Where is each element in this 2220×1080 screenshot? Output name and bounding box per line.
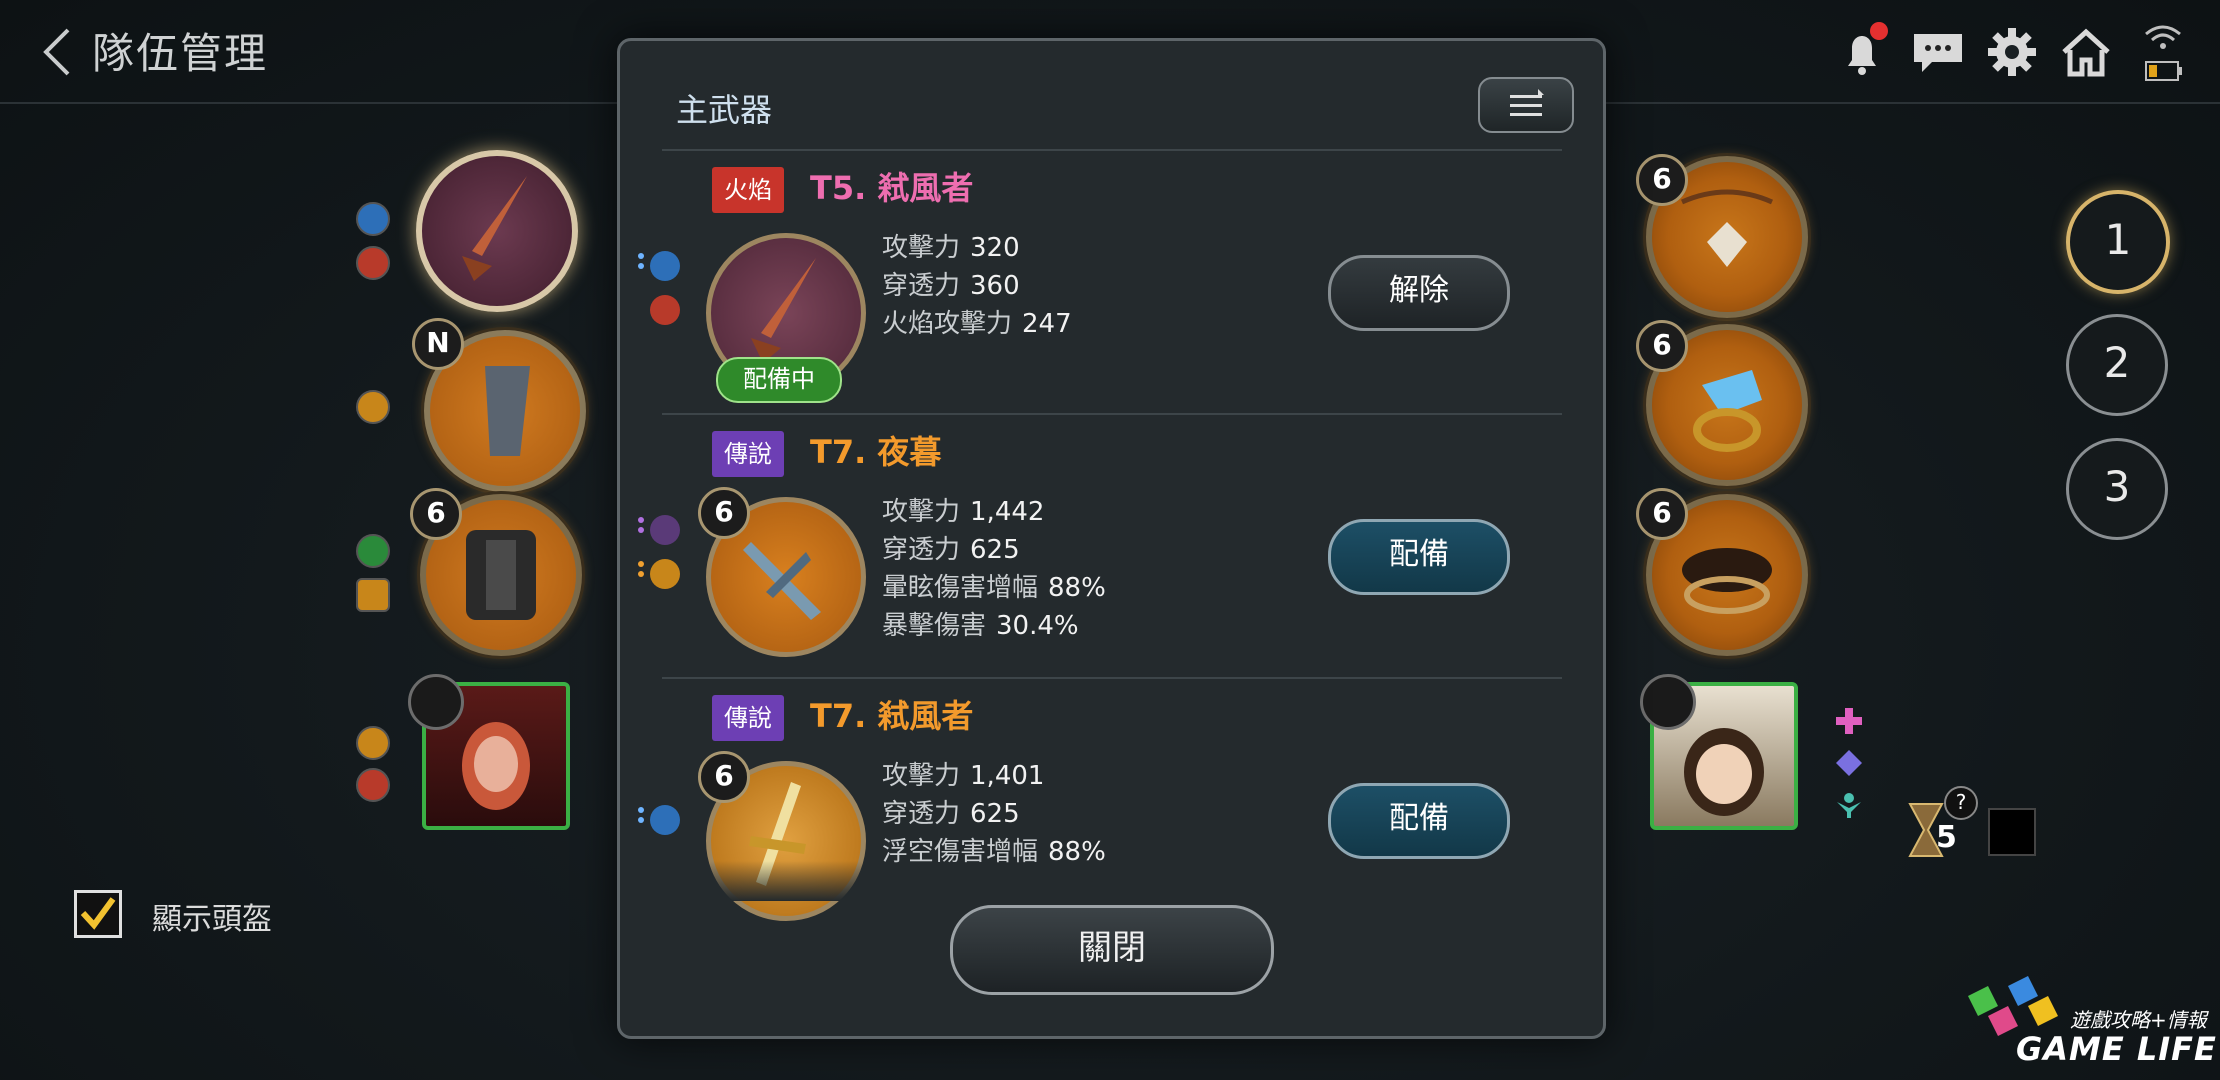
element-dots [638, 561, 644, 581]
team-page-3-button[interactable]: 3 [2066, 438, 2168, 540]
stat-row: 穿透力 360 [882, 271, 1020, 301]
modal-title: 主武器 [676, 91, 773, 129]
battery-icon [2145, 61, 2182, 81]
chat-button[interactable] [1910, 24, 1966, 80]
help-icon[interactable]: ? [1944, 786, 1978, 820]
gear-level-badge: 6 [1636, 320, 1688, 372]
team-page-2-button[interactable]: 2 [2066, 314, 2168, 416]
weapon-item[interactable]: 傳說 T7. 夜暮 6 攻擊力 1,442 穿透力 625 暈眩傷害增幅 88% 暴擊… [620, 425, 1603, 685]
star-element-icon [650, 559, 680, 589]
water-element-icon [356, 534, 390, 568]
hexagon-badge-icon [408, 674, 464, 730]
stat-row: 穿透力 625 [882, 799, 1020, 829]
list-fade [620, 861, 1603, 901]
item-name: T7. 夜暮 [810, 433, 942, 471]
item-stats: 攻擊力 1,442 穿透力 625 暈眩傷害增幅 88% 暴擊傷害 30.4% [882, 493, 1106, 645]
gear-level-badge: 6 [410, 488, 462, 540]
gear-level-badge: 6 [1636, 488, 1688, 540]
fire-element-icon [356, 768, 390, 802]
hexagon-badge-icon [1640, 674, 1696, 730]
gear-icon [1988, 28, 2036, 76]
settings-button[interactable] [1984, 24, 2040, 80]
team-page-1-button[interactable]: 1 [2066, 190, 2170, 294]
home-button[interactable] [2058, 24, 2114, 80]
item-tag: 傳說 [712, 695, 784, 741]
empty-slot-box[interactable] [1988, 808, 2036, 856]
equip-button[interactable]: 配備 [1328, 519, 1510, 595]
unequip-button[interactable]: 解除 [1328, 255, 1510, 331]
notifications-button[interactable] [1834, 22, 1890, 80]
item-tag: 傳說 [712, 431, 784, 477]
main-weapon-slot[interactable] [416, 150, 578, 312]
plus-icon [1836, 708, 1862, 734]
gear-level-badge: 6 [698, 487, 750, 539]
weapon-item[interactable]: 火焰 T5. 弒風者 配備中 攻擊力 320 穿透力 360 火焰攻擊力 247 解除 [620, 161, 1603, 421]
wind-element-icon [356, 202, 390, 236]
sword-icon [462, 176, 527, 281]
watermark-subtitle: 遊戲攻略+情報 [2070, 1008, 2207, 1032]
equipped-badge: 配備中 [716, 357, 842, 403]
home-icon [2062, 28, 2110, 77]
gear-rank-badge: N [412, 318, 464, 370]
stat-row: 攻擊力 1,401 [882, 761, 1045, 791]
sort-list-icon [1510, 89, 1544, 116]
fire-element-icon [356, 246, 390, 280]
element-dots [638, 517, 644, 537]
close-button[interactable]: 關閉 [950, 905, 1274, 995]
watermark-title: GAME LIFE [2016, 1030, 2217, 1068]
element-dots [638, 807, 644, 827]
equip-button[interactable]: 配備 [1328, 783, 1510, 859]
wind-element-icon [650, 251, 680, 281]
star-element-icon [356, 726, 390, 760]
stat-row: 攻擊力 1,442 [882, 497, 1045, 527]
support-role-icon [1837, 793, 1861, 818]
item-tag: 火焰 [712, 167, 784, 213]
gear-level-badge: 6 [698, 751, 750, 803]
diamond-class-icon [1836, 750, 1862, 776]
star-element-icon [356, 390, 390, 424]
item-name: T7. 弒風者 [810, 697, 974, 735]
main-weapon-modal: 主武器 火焰 T5. 弒風者 配備中 攻擊力 320 穿透力 360 火焰攻擊力 24… [617, 38, 1606, 1039]
wind-element-icon [650, 805, 680, 835]
checkmark-icon [80, 897, 116, 930]
stat-row: 暈眩傷害增幅 88% [882, 573, 1106, 603]
stat-row: 穿透力 625 [882, 535, 1020, 565]
hourglass-count: 5 [1936, 820, 1957, 855]
dark-element-icon [650, 515, 680, 545]
item-name: T5. 弒風者 [810, 169, 974, 207]
shield-element-icon [356, 578, 390, 612]
fire-element-icon [650, 295, 680, 325]
back-arrow-icon[interactable] [38, 26, 78, 78]
stat-row: 攻擊力 320 [882, 233, 1020, 263]
page-title: 隊伍管理 [92, 29, 269, 78]
chat-icon [1914, 34, 1962, 72]
item-stats: 攻擊力 320 穿透力 360 火焰攻擊力 247 [882, 229, 1072, 343]
notification-dot [1870, 22, 1888, 40]
wifi-icon [2145, 25, 2182, 81]
stat-row: 暴擊傷害 30.4% [882, 611, 1079, 641]
element-dots [638, 253, 644, 273]
item-stats: 攻擊力 1,401 穿透力 625 浮空傷害增幅 88% [882, 757, 1106, 871]
divider [662, 149, 1562, 151]
divider [662, 677, 1562, 679]
divider [662, 413, 1562, 415]
gear-level-badge: 6 [1636, 154, 1688, 206]
show-helmet-label: 顯示頭盔 [152, 902, 272, 937]
sort-button[interactable] [1478, 77, 1574, 133]
show-helmet-checkbox[interactable] [74, 890, 122, 938]
stat-row: 火焰攻擊力 247 [882, 309, 1072, 339]
